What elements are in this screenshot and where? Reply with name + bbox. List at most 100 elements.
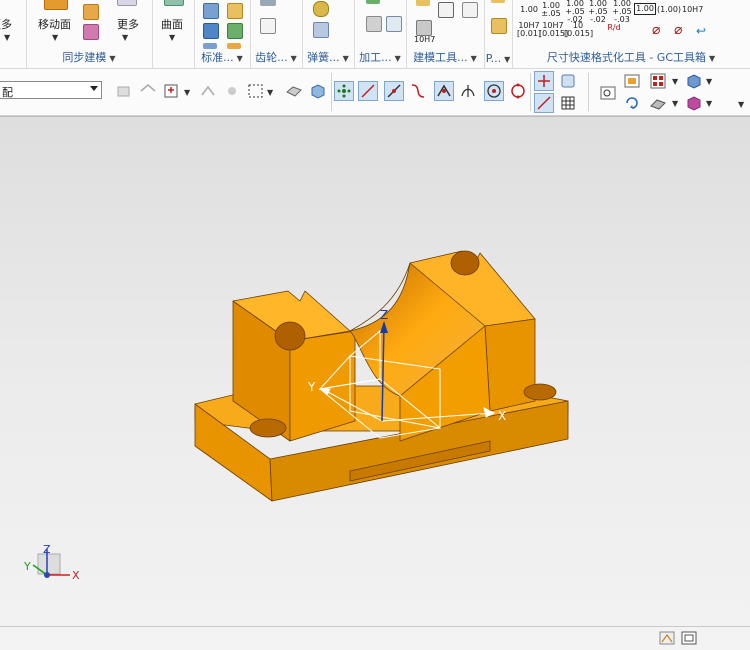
snap-bounded-icon[interactable] <box>558 71 578 91</box>
filter-combo[interactable]: 配 <box>0 81 102 99</box>
group-label-spring: 弹簧... <box>307 51 340 64</box>
machining-icon-1[interactable] <box>366 0 380 4</box>
view-icon-2[interactable] <box>648 71 668 91</box>
snap-midpoint-icon[interactable] <box>384 81 404 101</box>
snap-intersection-icon[interactable] <box>434 81 454 101</box>
chevron-down-icon[interactable]: ▼ <box>395 54 401 63</box>
dim-format-1[interactable]: 1.00 <box>518 6 540 14</box>
bearing-block-part[interactable] <box>194 250 569 502</box>
snap-endpoint-icon[interactable] <box>358 81 378 101</box>
sync-tool-icon-1[interactable] <box>83 4 99 20</box>
chevron-down-icon[interactable]: ▼ <box>122 33 128 42</box>
machining-icon-2[interactable] <box>366 16 382 32</box>
standard-part-icon-4[interactable] <box>227 23 243 39</box>
more-icon[interactable] <box>117 0 137 6</box>
ribbon-group-machining: 加工... ▼ <box>354 0 407 68</box>
view-icon-1[interactable] <box>622 71 642 91</box>
dim-format-fit[interactable]: 10H7 <box>682 6 703 14</box>
fullscreen-icon[interactable] <box>680 629 698 647</box>
diameter-strike-icon[interactable]: ⌀ <box>674 22 682 38</box>
ribbon-group-dimension: 1.00 1.00 ±.05 1.00 +.05 -.02 1.00 +.05 -.02 … <box>512 0 750 68</box>
chevron-down-icon[interactable]: ▼ <box>706 99 712 108</box>
display-edges-icon[interactable] <box>684 93 704 113</box>
standard-part-icon-2[interactable] <box>227 3 243 19</box>
gear-icon[interactable] <box>260 0 276 6</box>
chevron-down-icon[interactable]: ▼ <box>672 77 678 86</box>
dim-format-2[interactable]: 1.00 ±.05 <box>540 2 562 18</box>
render-style-icon[interactable] <box>684 71 704 91</box>
machining-icon-3[interactable] <box>386 16 402 32</box>
more-button[interactable]: 更多 <box>117 16 139 32</box>
modeling-tool-icon-1[interactable] <box>416 0 430 6</box>
chevron-down-icon[interactable]: ▼ <box>4 33 10 42</box>
view-solid-icon[interactable] <box>284 81 304 101</box>
diameter-icon[interactable]: ⌀ <box>652 22 660 38</box>
move-face-icon[interactable] <box>44 0 68 10</box>
snap-center-icon[interactable] <box>484 81 504 101</box>
dim-format-fit-tol-2[interactable]: 10H7 [0.015] <box>539 22 568 38</box>
graphics-viewport[interactable]: X Y Z X Y Z <box>0 116 750 627</box>
chevron-down-icon[interactable]: ▼ <box>169 33 175 42</box>
surface-button[interactable]: 曲面 <box>161 16 183 32</box>
chevron-down-icon[interactable]: ▼ <box>291 54 297 63</box>
modeling-tool-icon-3[interactable] <box>462 2 478 18</box>
select-region-icon[interactable] <box>162 81 182 101</box>
rotate-icon[interactable] <box>622 93 642 113</box>
chevron-down-icon[interactable]: ▼ <box>109 54 115 63</box>
p-tool-icon-1[interactable] <box>491 0 505 3</box>
chevron-down-icon[interactable]: ▼ <box>706 77 712 86</box>
dim-format-fit-tol-3[interactable]: 10 [0.015] <box>564 22 593 38</box>
selection-status-icon[interactable] <box>658 629 676 647</box>
surface-icon[interactable] <box>164 0 184 6</box>
dim-format-boxed[interactable]: 1.00 <box>634 3 656 15</box>
gear-param-icon[interactable] <box>260 18 276 34</box>
move-face-button[interactable]: 移动面 <box>38 16 71 32</box>
chevron-down-icon[interactable] <box>90 86 98 91</box>
standard-part-icon-3[interactable] <box>203 23 219 39</box>
radius-diameter-icon[interactable]: R/d <box>594 24 634 32</box>
shaded-view-icon[interactable] <box>308 81 328 101</box>
modeling-tool-icon-2[interactable] <box>438 2 454 18</box>
snap-point-on-surface-icon[interactable] <box>534 93 554 113</box>
chevron-down-icon[interactable]: ▼ <box>672 99 678 108</box>
chevron-down-icon[interactable]: ▼ <box>471 54 477 63</box>
chevron-down-icon[interactable]: ▼ <box>52 33 58 42</box>
snap-point-icon[interactable] <box>198 81 218 101</box>
snap-existing-point-icon[interactable] <box>334 81 354 101</box>
more-left-button[interactable]: 更多 <box>0 16 12 32</box>
undo-icon[interactable]: ↩ <box>696 24 706 38</box>
snap-curve-icon[interactable] <box>408 81 428 101</box>
box-select-icon[interactable] <box>246 81 266 101</box>
dim-format-reference[interactable]: (1.00) <box>657 6 681 14</box>
snap-perpendicular-icon[interactable] <box>458 81 478 101</box>
chevron-down-icon[interactable]: ▼ <box>709 54 715 63</box>
zoom-fit-icon[interactable] <box>598 83 618 103</box>
toolbar-options-icon[interactable]: ▼ <box>738 100 744 109</box>
view-triad[interactable] <box>32 549 70 578</box>
group-label-dimension: 尺寸快速格式化工具 - GC工具箱 <box>546 51 706 64</box>
dim-tol: ±.05 <box>541 9 561 18</box>
model-canvas[interactable]: X Y Z X Y Z <box>0 117 750 627</box>
dim-format-5[interactable]: 1.00 +.05 -.03 <box>611 0 633 24</box>
dim-format-4[interactable]: 1.00 +.05 -.02 <box>587 0 609 24</box>
tolerance-10h7-label[interactable]: 10H7 <box>414 36 435 44</box>
chevron-down-icon[interactable]: ▼ <box>343 54 349 63</box>
modeling-tool-icon-4[interactable] <box>416 20 432 36</box>
chevron-down-icon[interactable]: ▼ <box>267 88 273 97</box>
dim-value: (1.00) <box>657 5 682 14</box>
spring-tool-icon[interactable] <box>313 22 329 38</box>
select-body-icon[interactable] <box>114 81 134 101</box>
chevron-down-icon[interactable]: ▼ <box>184 88 190 97</box>
chevron-down-icon[interactable]: ▼ <box>237 54 243 63</box>
snap-grid-icon[interactable] <box>558 93 578 113</box>
sync-tool-icon-2[interactable] <box>83 24 99 40</box>
select-feature-icon[interactable] <box>138 81 158 101</box>
p-tool-icon-2[interactable] <box>491 18 507 34</box>
snap-quadrant-icon[interactable] <box>508 81 528 101</box>
snap-end-icon[interactable] <box>222 81 242 101</box>
orient-view-icon[interactable] <box>648 93 668 113</box>
chevron-down-icon[interactable]: ▼ <box>504 55 510 64</box>
spring-icon[interactable] <box>313 1 329 17</box>
standard-part-icon-1[interactable] <box>203 3 219 19</box>
snap-point-on-curve-icon[interactable] <box>534 71 554 91</box>
